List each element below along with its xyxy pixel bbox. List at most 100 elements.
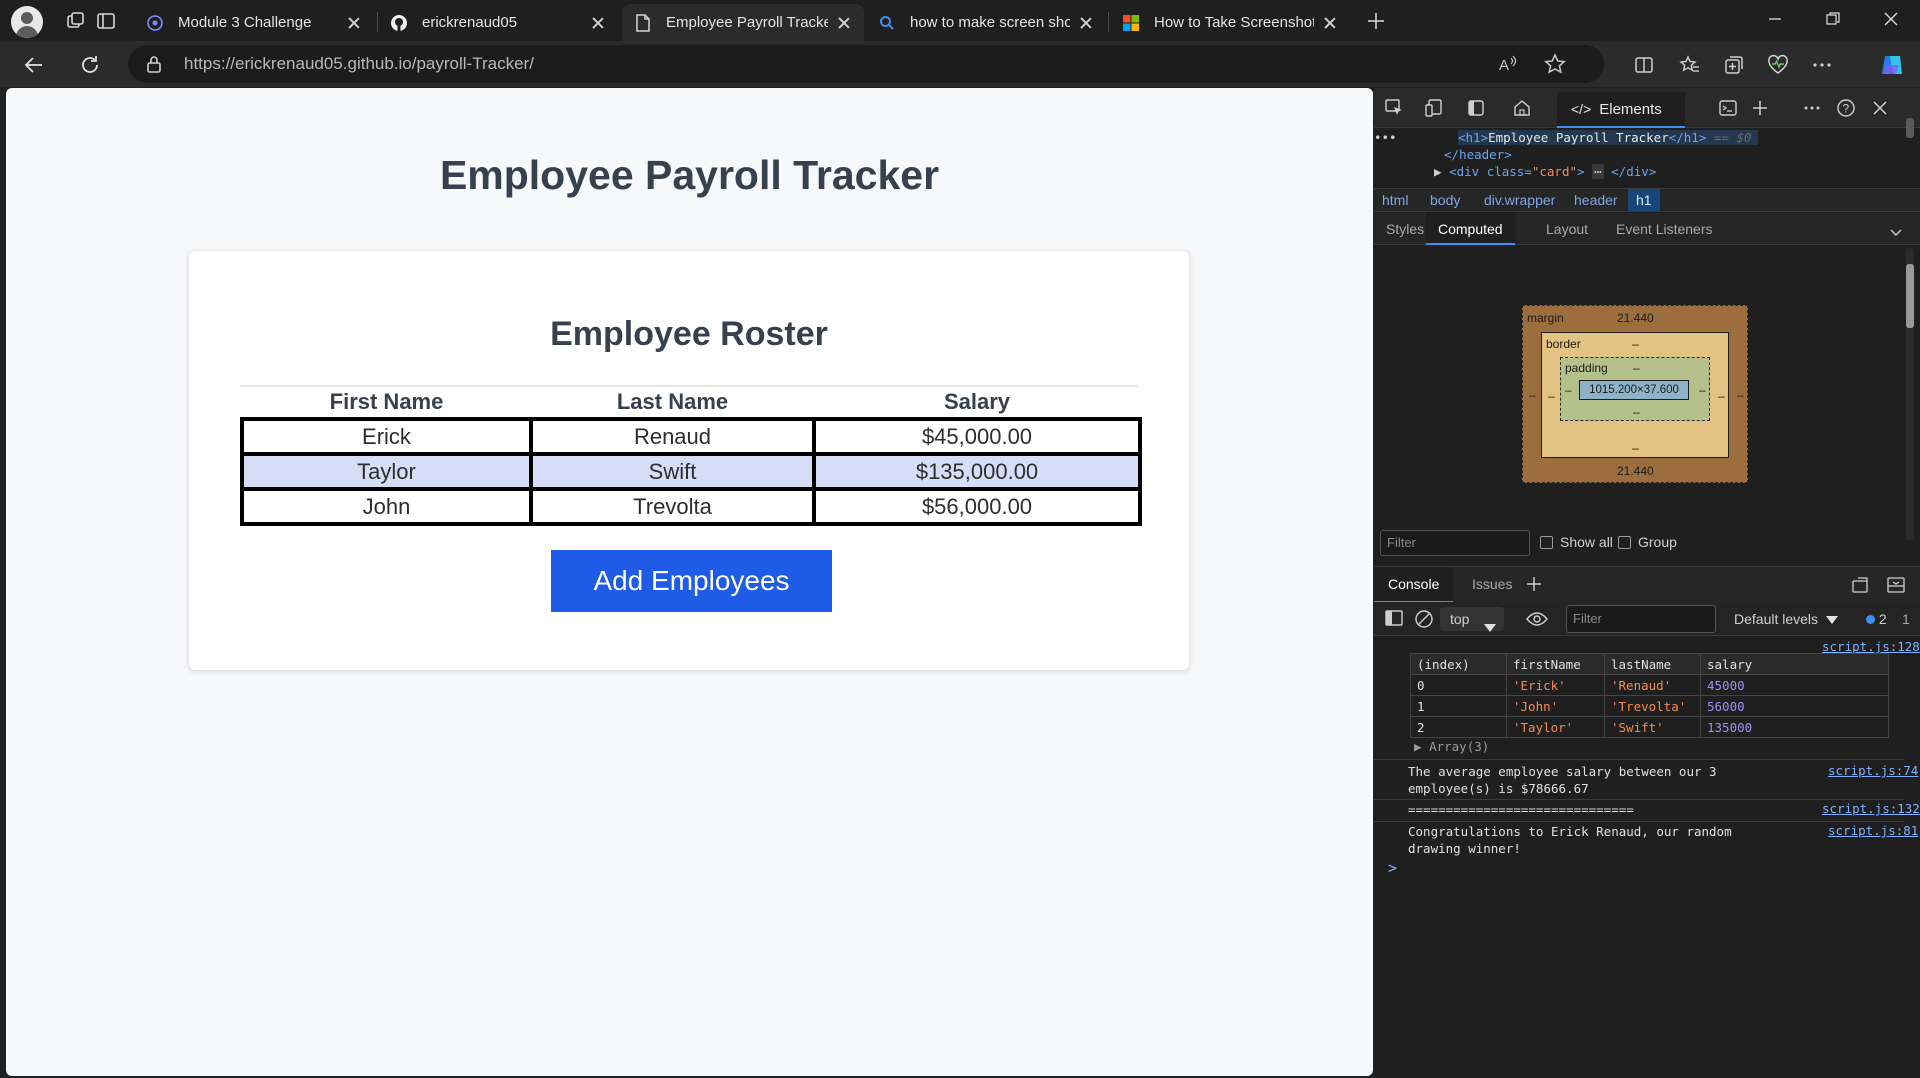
source-link[interactable]: script.js:74 [1828, 763, 1918, 778]
tab-styles[interactable]: Styles [1386, 221, 1424, 237]
group-label: Group [1638, 534, 1677, 550]
console-panel-icon[interactable] [1716, 96, 1740, 120]
tab-computed[interactable]: Computed [1426, 213, 1515, 245]
breadcrumb-body[interactable]: body [1430, 192, 1460, 208]
tab-layout[interactable]: Layout [1546, 221, 1588, 237]
favorites-icon[interactable] [1674, 49, 1706, 81]
split-screen-icon[interactable] [1628, 49, 1660, 81]
devtools-panel: </> Elements ? ••• <h1>Employee Payroll … [1374, 88, 1920, 1078]
tab-search[interactable]: how to make screen shot on win [866, 4, 1106, 41]
devtools-more-icon[interactable] [1800, 96, 1824, 120]
show-all-checkbox[interactable] [1540, 536, 1553, 549]
employee-roster-table: First Name Last Name Salary Erick Renaud… [240, 385, 1142, 526]
dock-side-icon[interactable] [1464, 96, 1488, 120]
tab-title: erickrenaud05 [422, 14, 518, 31]
roster-card: Employee Roster First Name Last Name Sal… [189, 251, 1189, 670]
browser-essentials-icon[interactable] [1762, 49, 1794, 81]
add-employees-button[interactable]: Add Employees [551, 550, 832, 612]
issues-counter[interactable]: 2 [1866, 611, 1887, 627]
favorite-star-icon[interactable] [1544, 53, 1566, 80]
console-prompt[interactable]: > [1388, 859, 1397, 877]
close-tab-icon[interactable] [346, 15, 362, 31]
url-text[interactable]: https://erickrenaud05.github.io/payroll-… [184, 54, 534, 74]
collapsed-content-icon[interactable]: ⋯ [1592, 164, 1604, 179]
add-drawer-tab-plus-icon[interactable] [1526, 576, 1542, 595]
tab-module-3-challenge[interactable]: Module 3 Challenge [134, 4, 374, 41]
help-icon[interactable]: ? [1834, 96, 1858, 120]
svg-text:A: A [1499, 57, 1509, 74]
undock-drawer-icon[interactable] [1850, 576, 1870, 597]
vertical-tabs-icon[interactable] [92, 7, 120, 35]
workspaces-icon[interactable] [62, 7, 90, 35]
breadcrumb-div-wrapper[interactable]: div.wrapper [1484, 192, 1555, 208]
computed-filter-input[interactable]: Filter [1380, 530, 1530, 556]
styles-subtabs: Styles Computed Layout Event Listeners [1374, 213, 1920, 245]
tab-issues[interactable]: Issues [1472, 576, 1512, 592]
browser-window: Module 3 Challenge erickrenaud05 Employe… [0, 0, 1920, 1078]
tab-employee-payroll-tracker[interactable]: Employee Payroll Tracker [622, 4, 864, 41]
source-link[interactable]: script.js:81 [1828, 823, 1918, 838]
refresh-icon[interactable] [74, 49, 106, 81]
breadcrumb-header[interactable]: header [1574, 192, 1618, 208]
dom-node-header-close[interactable]: </header> [1444, 147, 1512, 162]
read-aloud-icon[interactable]: A [1498, 54, 1518, 79]
tab-github[interactable]: erickrenaud05 [378, 4, 618, 41]
more-options-icon[interactable] [1806, 49, 1838, 81]
salary-cell: $45,000.00 [812, 417, 1142, 456]
close-tab-icon[interactable] [836, 15, 852, 31]
dom-h1-text: Employee Payroll Tracker [1488, 130, 1669, 145]
back-arrow-icon[interactable] [18, 49, 50, 81]
close-window-icon[interactable] [1862, 0, 1920, 38]
close-drawer-icon[interactable] [1886, 576, 1906, 597]
close-tab-icon[interactable] [590, 15, 606, 31]
source-link[interactable]: script.js:128 [1822, 639, 1920, 654]
table-header-row: First Name Last Name Salary [242, 387, 1140, 419]
console-filter-input[interactable]: Filter [1566, 605, 1716, 633]
inspect-element-icon[interactable] [1382, 96, 1406, 120]
page-title: Employee Payroll Tracker [439, 152, 940, 198]
lock-icon[interactable] [146, 55, 162, 78]
new-tab-plus-icon[interactable] [1362, 7, 1390, 35]
welcome-home-icon[interactable] [1510, 96, 1534, 120]
dom-node-card[interactable]: ▶ <div class="card"> ⋯ </div> [1434, 164, 1656, 179]
separator-message: ============================== [1408, 802, 1634, 817]
breadcrumb-h1[interactable]: h1 [1628, 189, 1660, 211]
row-menu-dots[interactable]: ••• [1374, 130, 1397, 145]
last-name-cell: Swift [529, 452, 816, 491]
restore-icon[interactable] [1804, 0, 1862, 38]
expand-triangle-icon[interactable]: ▶ [1434, 164, 1442, 179]
add-tool-plus-icon[interactable] [1748, 96, 1772, 120]
console-sidebar-icon[interactable] [1384, 609, 1404, 630]
margin-bottom-value[interactable]: 21.440 [1617, 464, 1654, 478]
tab-event-listeners[interactable]: Event Listeners [1616, 221, 1713, 237]
salary-cell: $135,000.00 [812, 452, 1142, 491]
minimize-icon[interactable] [1746, 0, 1804, 38]
chevron-down-icon[interactable] [1890, 224, 1902, 240]
tab-elements[interactable]: </> Elements [1557, 92, 1685, 128]
margin-top-value[interactable]: 21.440 [1617, 311, 1654, 325]
collections-icon[interactable] [1718, 49, 1750, 81]
close-tab-icon[interactable] [1078, 15, 1094, 31]
array-expander[interactable]: ▶ Array(3) [1414, 739, 1489, 754]
breadcrumb-html[interactable]: html [1382, 192, 1408, 208]
live-expression-eye-icon[interactable] [1526, 611, 1548, 630]
device-toolbar-icon[interactable] [1422, 96, 1446, 120]
caret-down-icon [1484, 615, 1496, 639]
source-link[interactable]: script.js:132 [1822, 801, 1920, 816]
tab-microsoft[interactable]: How to Take Screenshots on Win [1110, 4, 1350, 41]
address-bar[interactable]: https://erickrenaud05.github.io/payroll-… [128, 45, 1604, 83]
copilot-icon[interactable] [1876, 49, 1908, 81]
code-brackets-icon: </> [1571, 101, 1592, 117]
tab-console[interactable]: Console [1374, 567, 1454, 603]
winner-message: Congratulations to Erick Renaud, our ran… [1408, 824, 1740, 856]
clear-console-icon[interactable] [1414, 609, 1434, 632]
content-box-size[interactable]: 1015.200×37.600 [1579, 380, 1689, 400]
github-icon [390, 14, 408, 32]
close-devtools-icon[interactable] [1868, 96, 1892, 120]
dom-node-h1[interactable]: <h1>Employee Payroll Tracker</h1> == $0 [1458, 130, 1758, 145]
profile-avatar-icon[interactable] [11, 6, 43, 38]
default-levels-dropdown[interactable]: Default levels [1734, 611, 1838, 627]
close-tab-icon[interactable] [1322, 15, 1338, 31]
context-selector[interactable]: top [1440, 607, 1504, 632]
group-checkbox[interactable] [1618, 536, 1631, 549]
